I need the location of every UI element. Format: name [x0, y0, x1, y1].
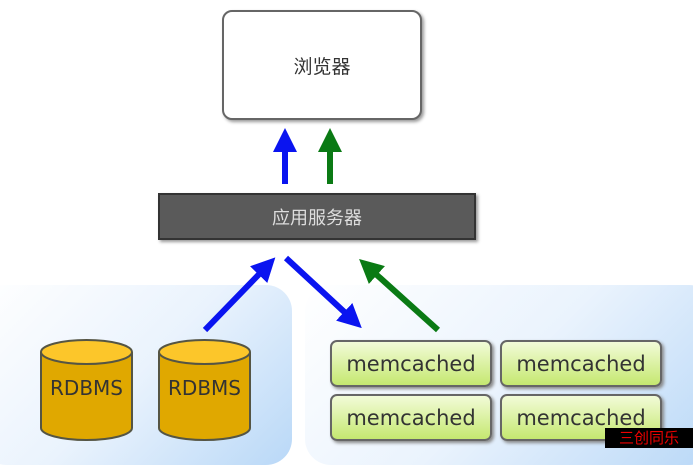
memcached-node: memcached: [330, 340, 492, 387]
arrow-server-to-cache: [283, 255, 362, 329]
memcached-label: memcached: [516, 405, 646, 430]
database-label: RDBMS: [50, 376, 123, 400]
memcached-node: memcached: [500, 340, 662, 387]
database-label: RDBMS: [168, 376, 241, 400]
memcached-label: memcached: [346, 405, 476, 430]
database-cylinder: RDBMS: [39, 338, 134, 442]
arrow-db-to-server: [202, 257, 276, 333]
database-cylinder: RDBMS: [157, 338, 252, 442]
watermark: 三创同乐: [605, 428, 693, 448]
memcached-node: memcached: [330, 394, 492, 441]
arrow-cache-to-server: [359, 258, 441, 333]
memcached-label: memcached: [516, 351, 646, 376]
memcached-label: memcached: [346, 351, 476, 376]
